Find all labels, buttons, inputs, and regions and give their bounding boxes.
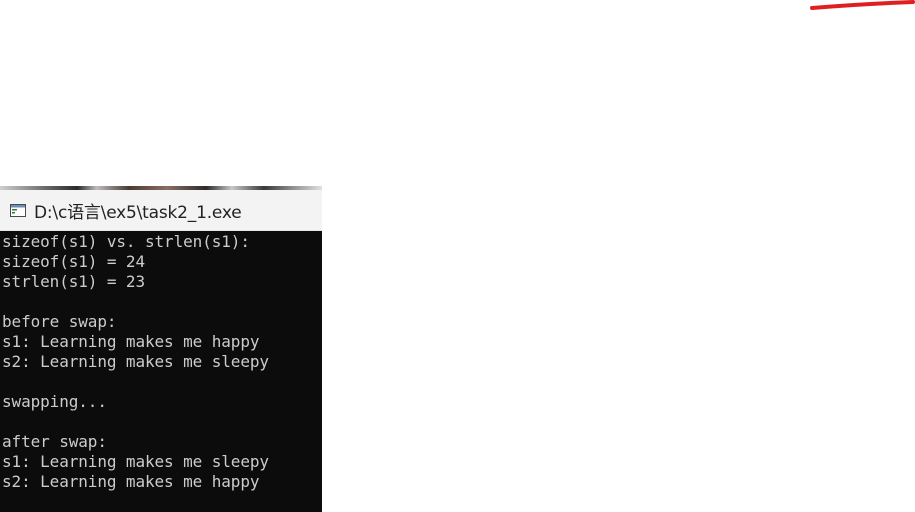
console-line: strlen(s1) = 23 [2, 272, 145, 291]
console-app-icon [10, 204, 26, 217]
window-titlebar[interactable]: D:\c语言\ex5\task2_1.exe [0, 190, 322, 231]
console-line: s2: Learning makes me sleepy [2, 352, 269, 371]
console-line: after swap: [2, 432, 107, 451]
console-line: sizeof(s1) vs. strlen(s1): [2, 232, 250, 251]
console-line: s1: Learning makes me happy [2, 332, 260, 351]
console-line: s2: Learning makes me happy [2, 472, 260, 491]
red-annotation-stroke [810, 0, 915, 10]
console-window: D:\c语言\ex5\task2_1.exe sizeof(s1) vs. st… [0, 190, 322, 512]
console-output: sizeof(s1) vs. strlen(s1): sizeof(s1) = … [0, 231, 322, 512]
console-line: swapping... [2, 392, 107, 411]
console-line: sizeof(s1) = 24 [2, 252, 145, 271]
window-title: D:\c语言\ex5\task2_1.exe [34, 202, 242, 223]
console-line: s1: Learning makes me sleepy [2, 452, 269, 471]
console-line: before swap: [2, 312, 117, 331]
